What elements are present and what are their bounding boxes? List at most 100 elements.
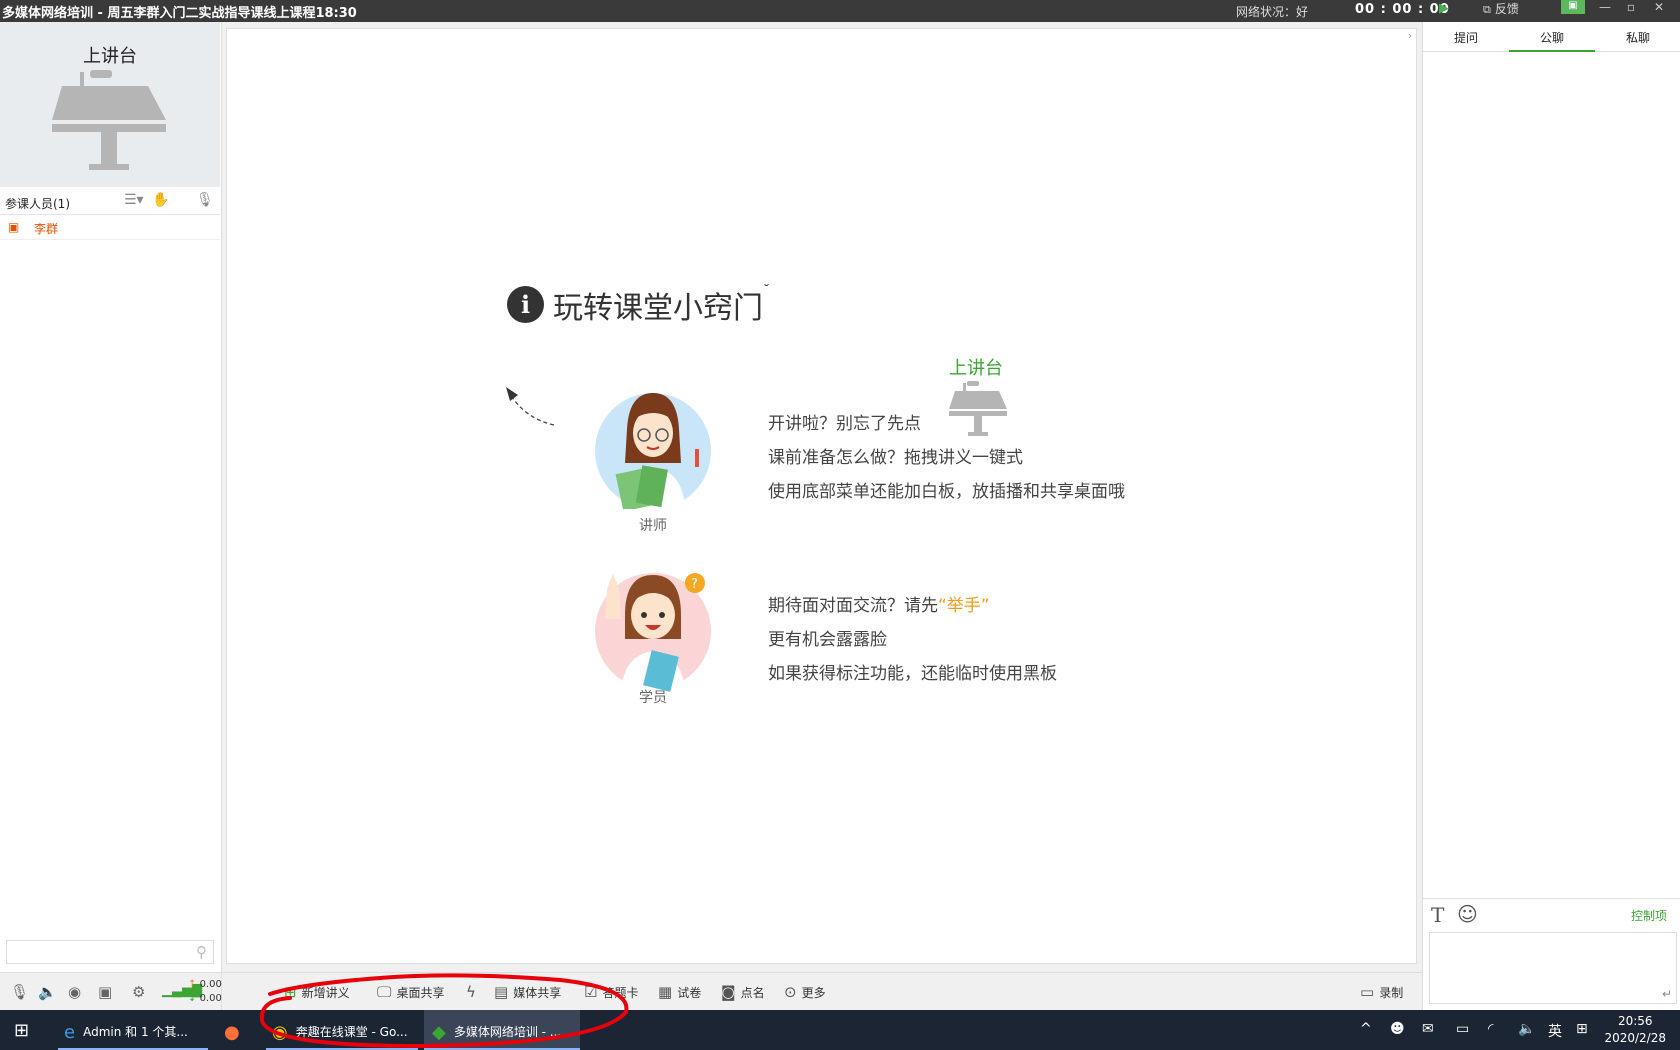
record-button[interactable]: ▭ 录制 — [1360, 983, 1403, 1001]
chat-tabs: 提问 公聊 私聊 — [1423, 22, 1680, 52]
student-tip-1: 期待面对面交流？请先“举手” — [768, 596, 990, 616]
network-status: 网络状况：好 — [1236, 5, 1309, 19]
tray-expand-icon[interactable]: ^ — [1360, 1021, 1372, 1037]
system-clock[interactable]: 20:56 2020/2/28 — [1604, 1013, 1666, 1047]
student-role-label: 学员 — [639, 690, 667, 706]
add-material-button[interactable]: ⊞ 新增讲义 — [284, 983, 350, 1001]
feedback-button[interactable]: ⧉ 反馈 — [1483, 0, 1519, 17]
taskbar-training-item[interactable]: ◆ 多媒体网络培训 - ... — [424, 1010, 580, 1050]
raise-hand-highlight: “举手” — [938, 596, 990, 616]
wechat-icon[interactable]: ✉ — [1422, 1021, 1434, 1037]
windows-start-icon[interactable]: ⊞ — [14, 1020, 29, 1041]
title-bar: 多媒体网络培训 - 周五李群入门二实战指导课线上课程18:30 网络状况：好 0… — [0, 0, 1680, 22]
podium-icon — [52, 70, 166, 170]
hand-disabled-icon[interactable]: ✋ — [152, 192, 169, 208]
participants-header: 参课人员(1) ☰▾ ✋ 🎙 — [0, 189, 220, 215]
presenter-icon: ▣ — [8, 220, 20, 234]
desktop-share-icon: 🖵 — [377, 983, 392, 1001]
roll-call-button[interactable]: ◙ 点名 — [721, 983, 765, 1001]
green-window-icon[interactable]: ▣ — [1561, 0, 1585, 14]
student-tip-2: 更有机会露露脸 — [768, 630, 887, 650]
chrome-icon: ◉ — [272, 1022, 288, 1043]
taskbar-chrome-item[interactable]: ◉ 奔趣在线课堂 - Go... — [264, 1010, 420, 1050]
chat-toolbar: T ☺ 控制项 — [1423, 898, 1680, 928]
whiteboard[interactable]: › i 玩转课堂小窍门˘ 讲师 上讲台 开讲啦？别忘了先点 课前准备怎么做？拖拽… — [226, 28, 1417, 964]
participants-label: 参课人员(1) — [5, 197, 70, 211]
edge-icon: e — [64, 1022, 76, 1043]
teacher-tip-2: 课前准备怎么做？拖拽讲义一键式 — [768, 448, 1023, 468]
teacher-avatar — [595, 393, 711, 509]
settings-icon[interactable]: ⚙ — [132, 983, 145, 1001]
desktop-share-button[interactable]: 🖵 桌面共享 — [377, 983, 444, 1001]
device-toolbar: 🎙 🔈 ◉ ▣ ⚙ ▁▃▅▇ ↑ 0.00kbps ↓ 0.00kbps — [0, 972, 246, 1010]
maximize-button[interactable]: ▫ — [1617, 0, 1645, 18]
text-format-icon[interactable]: T — [1431, 903, 1444, 927]
minimize-button[interactable]: — — [1591, 0, 1619, 18]
tab-private-chat[interactable]: 私聊 — [1595, 29, 1680, 46]
emoji-icon[interactable]: ☺ — [1457, 902, 1478, 926]
more-icon: ⊙ — [784, 983, 797, 1001]
podium-hint-label: 上讲台 — [949, 358, 1003, 379]
more-button[interactable]: ⊙ 更多 — [784, 983, 826, 1001]
teacher-tip-1: 开讲啦？别忘了先点 — [768, 414, 921, 434]
ime-grid-icon[interactable]: ⊞ — [1576, 1021, 1588, 1037]
roll-call-icon: ◙ — [721, 983, 736, 1001]
microphone-icon[interactable]: 🎙 — [10, 983, 29, 1001]
list-menu-icon[interactable]: ☰▾ — [124, 192, 144, 208]
tab-questions[interactable]: 提问 — [1423, 29, 1509, 46]
participant-search-input[interactable]: ⚲ — [6, 940, 214, 964]
board-container: › i 玩转课堂小窍门˘ 讲师 上讲台 开讲啦？别忘了先点 课前准备怎么做？拖拽… — [222, 22, 1422, 972]
feedback-icon: ⧉ — [1483, 3, 1491, 16]
battery-icon[interactable]: ▭ — [1456, 1021, 1469, 1037]
control-options-link[interactable]: 控制项 — [1631, 907, 1667, 924]
film-icon: ▤ — [494, 983, 509, 1001]
tab-public-chat[interactable]: 公聊 — [1509, 29, 1595, 46]
qq-icon[interactable]: ☻ — [1390, 1021, 1405, 1037]
play-icon[interactable]: ▶ — [1439, 1, 1449, 16]
windows-taskbar: ⊞ e Admin 和 1 个其... ● ◉ 奔趣在线课堂 - Go... ◆ 多媒… — [0, 1010, 1680, 1050]
volume-icon[interactable]: 🔈 — [1518, 1021, 1535, 1037]
download-arrow-icon: ↓ — [188, 993, 200, 1004]
class-timer: 00 : 00 : 00 — [1355, 2, 1450, 17]
firefox-icon: ● — [224, 1022, 240, 1043]
podium-area[interactable]: 上讲台 — [0, 22, 220, 187]
search-icon[interactable]: ⚲ — [196, 943, 207, 961]
speaker-icon[interactable]: 🔈 — [38, 983, 57, 1001]
main-toolbar: ⊞ 新增讲义 🖵 桌面共享 ϟ ▤ 媒体共享 ☑ 答题卡 ▦ 试卷 ◙ 点名 ⊙ 更多 ▭ 录制 — [222, 972, 1422, 1010]
participant-name: 李群 — [34, 222, 59, 236]
taskbar-firefox-item[interactable]: ● — [214, 1010, 254, 1050]
add-material-icon: ⊞ — [284, 983, 297, 1001]
tips-title: 玩转课堂小窍门˘ — [553, 283, 770, 326]
participant-row[interactable]: ▣ 李群 — [0, 215, 220, 240]
student-tip-3: 如果获得标注功能，还能临时使用黑板 — [768, 664, 1057, 684]
active-tab-indicator — [1509, 50, 1595, 52]
left-panel: 上讲台 参课人员(1) ☰▾ ✋ 🎙 ▣ 李群 ⚲ — [0, 22, 222, 1010]
media-share-button[interactable]: ▤ 媒体共享 — [494, 983, 561, 1001]
video-camera-icon: ▭ — [1360, 983, 1375, 1001]
flash-icon[interactable]: ϟ — [466, 983, 481, 1001]
chat-panel: 提问 公聊 私聊 T ☺ 控制项 ↵ — [1422, 22, 1680, 1010]
mic-disabled-icon[interactable]: 🎙 — [196, 192, 214, 208]
ime-indicator[interactable]: 英 — [1548, 1021, 1562, 1041]
answer-card-button[interactable]: ☑ 答题卡 — [584, 983, 638, 1001]
student-avatar: ? — [595, 573, 711, 693]
exam-button[interactable]: ▦ 试卷 — [658, 983, 701, 1001]
teacher-role-label: 讲师 — [639, 518, 667, 534]
training-app-icon: ◆ — [432, 1022, 446, 1043]
wifi-icon[interactable]: ◜ — [1488, 1021, 1493, 1037]
arrow-icon — [506, 387, 555, 426]
collapse-right-icon[interactable]: › — [1404, 29, 1416, 51]
screen-record-icon[interactable]: ▣ — [98, 983, 112, 1001]
taskbar-edge-item[interactable]: e Admin 和 1 个其... — [56, 1010, 210, 1050]
chat-input[interactable]: ↵ — [1429, 932, 1677, 1004]
send-icon[interactable]: ↵ — [1662, 987, 1672, 1001]
feedback-label: 反馈 — [1494, 2, 1519, 16]
answer-card-icon: ☑ — [584, 983, 598, 1001]
podium-title: 上讲台 — [83, 46, 137, 67]
chat-messages — [1423, 53, 1680, 923]
teacher-tip-3: 使用底部菜单还能加白板，放插播和共享桌面哦 — [768, 482, 1125, 502]
exam-icon: ▦ — [658, 983, 673, 1001]
camera-icon[interactable]: ◉ — [68, 983, 81, 1001]
close-button[interactable]: ✕ — [1645, 0, 1673, 18]
window-title: 多媒体网络培训 - 周五李群入门二实战指导课线上课程18:30 — [2, 6, 357, 21]
